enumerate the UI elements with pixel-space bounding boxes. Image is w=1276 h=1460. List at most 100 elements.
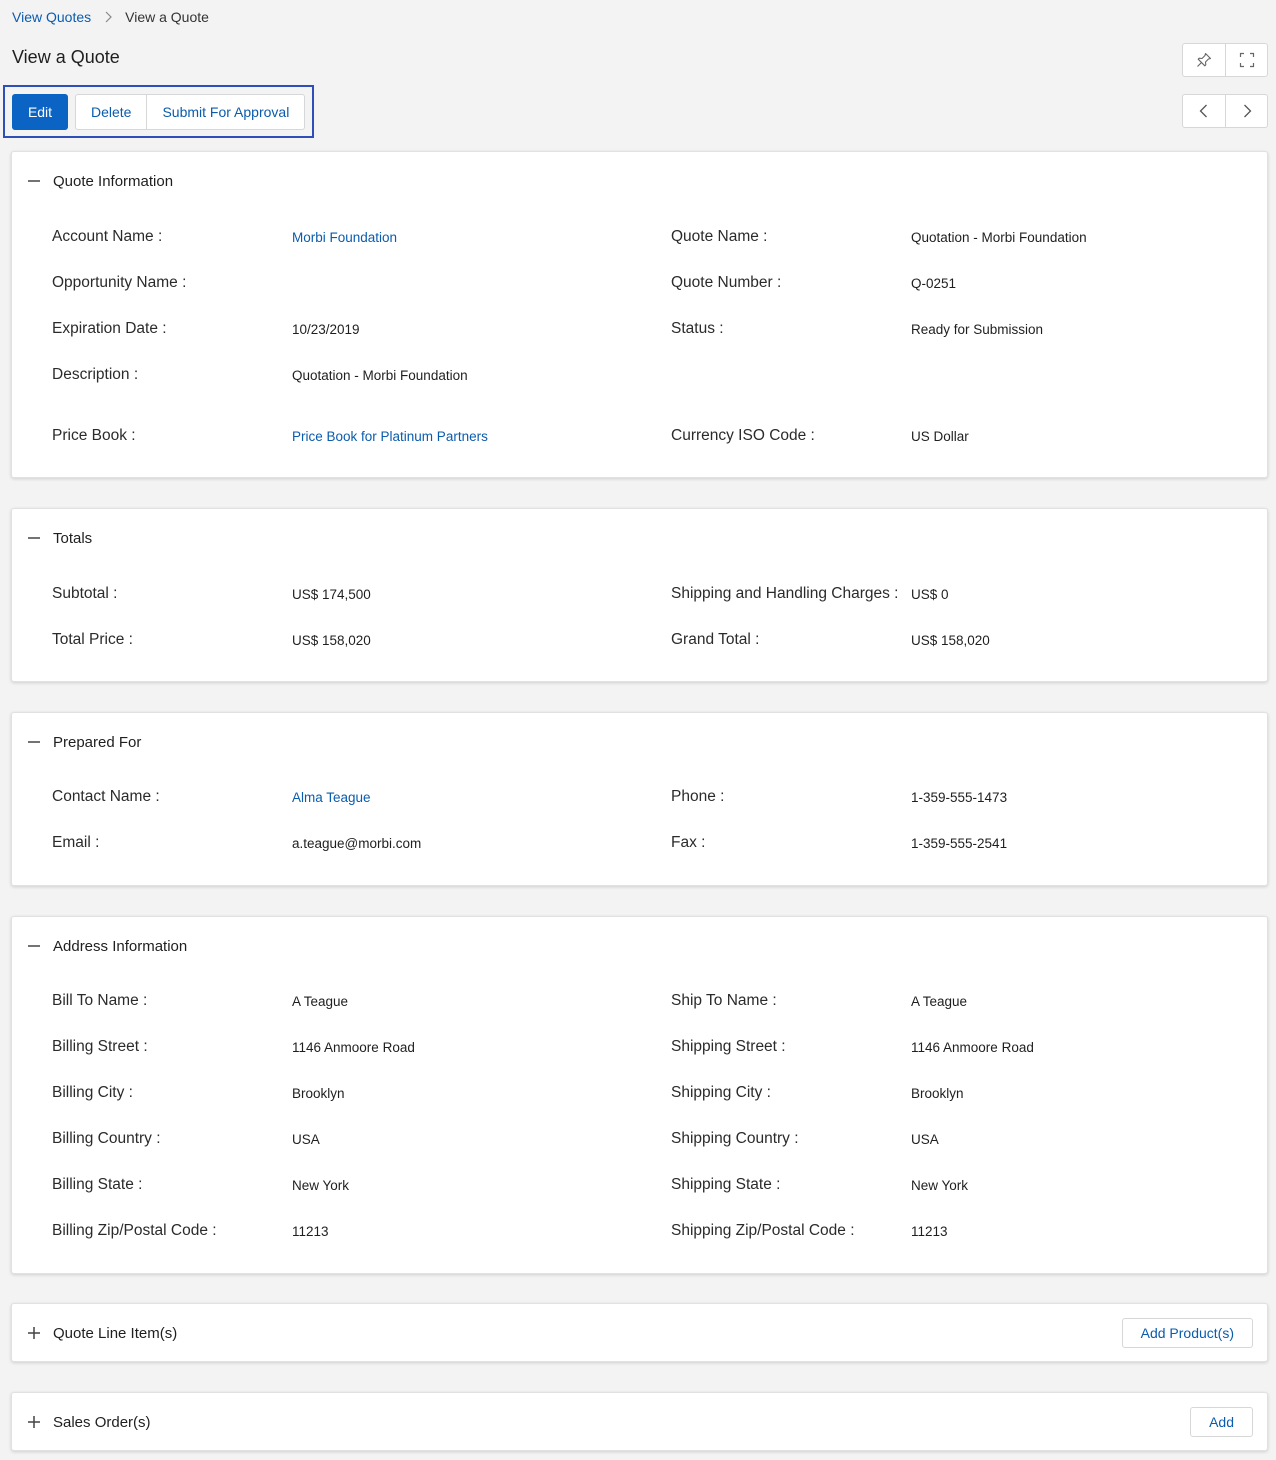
currency-label: Currency ISO Code :: [671, 427, 815, 444]
billing-city-value: Brooklyn: [292, 1085, 345, 1101]
sales-orders-section: Sales Order(s) Add: [11, 1392, 1268, 1451]
minus-icon: [28, 741, 40, 743]
ship-to-name-label: Ship To Name :: [671, 992, 777, 1009]
plus-icon: [28, 1327, 40, 1339]
description-label: Description :: [52, 366, 139, 383]
billing-street-value: 1146 Anmoore Road: [292, 1039, 415, 1055]
edit-button[interactable]: Edit: [12, 93, 68, 130]
currency-value: US Dollar: [911, 428, 969, 444]
previous-record-button[interactable]: [1183, 95, 1225, 127]
total-price-value: US$ 158,020: [292, 632, 371, 648]
pin-button[interactable]: [1183, 44, 1225, 76]
field-row: Billing Street : 1146 Anmoore Road Shipp…: [12, 1037, 1267, 1057]
description-value: Quotation - Morbi Foundation: [292, 367, 468, 383]
shipping-zip-value: 11213: [911, 1223, 948, 1239]
field-row: Account Name : Morbi Foundation Quote Na…: [12, 227, 1267, 247]
totals-section: Totals Subtotal : US$ 174,500 Shipping a…: [11, 508, 1268, 682]
section-title: Address Information: [53, 937, 188, 955]
address-information-section: Address Information Bill To Name : A Tea…: [11, 916, 1268, 1274]
field-row: Description : Quotation - Morbi Foundati…: [12, 365, 1267, 385]
quote-name-label: Quote Name :: [671, 228, 768, 245]
bill-to-name-value: A Teague: [292, 993, 349, 1009]
expiration-date-label: Expiration Date :: [52, 320, 167, 337]
billing-country-value: USA: [292, 1131, 320, 1147]
field-row: Billing Country : USA Shipping Country :…: [12, 1129, 1267, 1149]
secondary-actions: Delete Submit For Approval: [75, 93, 306, 130]
delete-button[interactable]: Delete: [76, 95, 146, 129]
chevron-right-icon: [1243, 104, 1251, 118]
collapse-quote-information-toggle[interactable]: [26, 173, 42, 189]
pin-icon: [1197, 52, 1212, 67]
expand-sales-orders-toggle[interactable]: [26, 1414, 42, 1430]
opportunity-name-label: Opportunity Name :: [52, 274, 187, 291]
fax-label: Fax :: [671, 834, 706, 851]
minus-icon: [28, 537, 40, 539]
contact-name-link[interactable]: Alma Teague: [292, 790, 371, 805]
section-title: Quote Information: [53, 172, 174, 190]
add-sales-order-button[interactable]: Add: [1190, 1407, 1253, 1437]
collapse-totals-toggle[interactable]: [26, 530, 42, 546]
billing-country-label: Billing Country :: [52, 1130, 161, 1147]
subtotal-label: Subtotal :: [52, 585, 118, 602]
quote-number-label: Quote Number :: [671, 274, 782, 291]
minus-icon: [28, 180, 40, 182]
shipping-city-value: Brooklyn: [911, 1085, 964, 1101]
add-products-button[interactable]: Add Product(s): [1121, 1318, 1253, 1348]
field-row: Billing State : New York Shipping State …: [12, 1175, 1267, 1195]
phone-label: Phone :: [671, 788, 725, 805]
breadcrumb-view-quotes-link[interactable]: View Quotes: [12, 9, 91, 25]
price-book-link[interactable]: Price Book for Platinum Partners: [292, 429, 488, 444]
billing-state-value: New York: [292, 1177, 350, 1193]
field-row: Total Price : US$ 158,020 Grand Total : …: [12, 630, 1267, 650]
account-name-label: Account Name :: [52, 228, 163, 245]
section-title: Totals: [53, 529, 93, 547]
plus-icon: [28, 1416, 40, 1428]
fullscreen-button[interactable]: [1225, 44, 1267, 76]
billing-zip-label: Billing Zip/Postal Code :: [52, 1222, 217, 1239]
subtotal-value: US$ 174,500: [292, 586, 371, 602]
breadcrumb-current: View a Quote: [125, 9, 209, 25]
chevron-left-icon: [1199, 104, 1207, 118]
grand-total-label: Grand Total :: [671, 631, 760, 648]
email-label: Email :: [52, 834, 100, 851]
shipping-state-value: New York: [911, 1177, 969, 1193]
shipping-zip-label: Shipping Zip/Postal Code :: [671, 1222, 855, 1239]
price-book-label: Price Book :: [52, 427, 136, 444]
field-row: Billing Zip/Postal Code : 11213 Shipping…: [12, 1221, 1267, 1241]
submit-for-approval-button[interactable]: Submit For Approval: [146, 94, 304, 129]
ship-to-name-value: A Teague: [911, 993, 968, 1009]
field-row: Subtotal : US$ 174,500 Shipping and Hand…: [12, 584, 1267, 604]
quote-name-value: Quotation - Morbi Foundation: [911, 229, 1087, 245]
billing-city-label: Billing City :: [52, 1084, 133, 1101]
field-row: Email : a.teague@morbi.com Fax : 1-359-5…: [12, 833, 1267, 853]
record-navigation: [1182, 94, 1268, 128]
fullscreen-icon: [1239, 52, 1254, 68]
expiration-date-value: 10/23/2019: [292, 321, 360, 337]
field-row: Billing City : Brooklyn Shipping City : …: [12, 1083, 1267, 1103]
breadcrumb: View Quotes View a Quote: [12, 8, 209, 26]
account-name-link[interactable]: Morbi Foundation: [292, 230, 397, 245]
field-row: Bill To Name : A Teague Ship To Name : A…: [12, 991, 1267, 1011]
chevron-right-icon: [91, 11, 125, 23]
section-title: Prepared For: [53, 733, 142, 751]
next-record-button[interactable]: [1225, 95, 1267, 127]
billing-street-label: Billing Street :: [52, 1038, 148, 1055]
phone-value: 1-359-555-1473: [911, 789, 1008, 805]
collapse-address-toggle[interactable]: [26, 938, 42, 954]
shipping-charges-value: US$ 0: [911, 586, 949, 602]
contact-name-label: Contact Name :: [52, 788, 160, 805]
shipping-state-label: Shipping State :: [671, 1176, 781, 1193]
shipping-country-label: Shipping Country :: [671, 1130, 799, 1147]
shipping-street-label: Shipping Street :: [671, 1038, 786, 1055]
status-value: Ready for Submission: [911, 321, 1044, 337]
page-title: View a Quote: [12, 47, 120, 67]
section-title: Quote Line Item(s): [53, 1324, 178, 1342]
field-row: Opportunity Name : Quote Number : Q-0251: [12, 273, 1267, 293]
field-row: Price Book : Price Book for Platinum Par…: [12, 426, 1267, 446]
section-title: Sales Order(s): [53, 1413, 151, 1431]
expand-line-items-toggle[interactable]: [26, 1325, 42, 1341]
email-value: a.teague@morbi.com: [292, 835, 422, 851]
billing-zip-value: 11213: [292, 1223, 329, 1239]
shipping-street-value: 1146 Anmoore Road: [911, 1039, 1034, 1055]
collapse-prepared-for-toggle[interactable]: [26, 734, 42, 750]
